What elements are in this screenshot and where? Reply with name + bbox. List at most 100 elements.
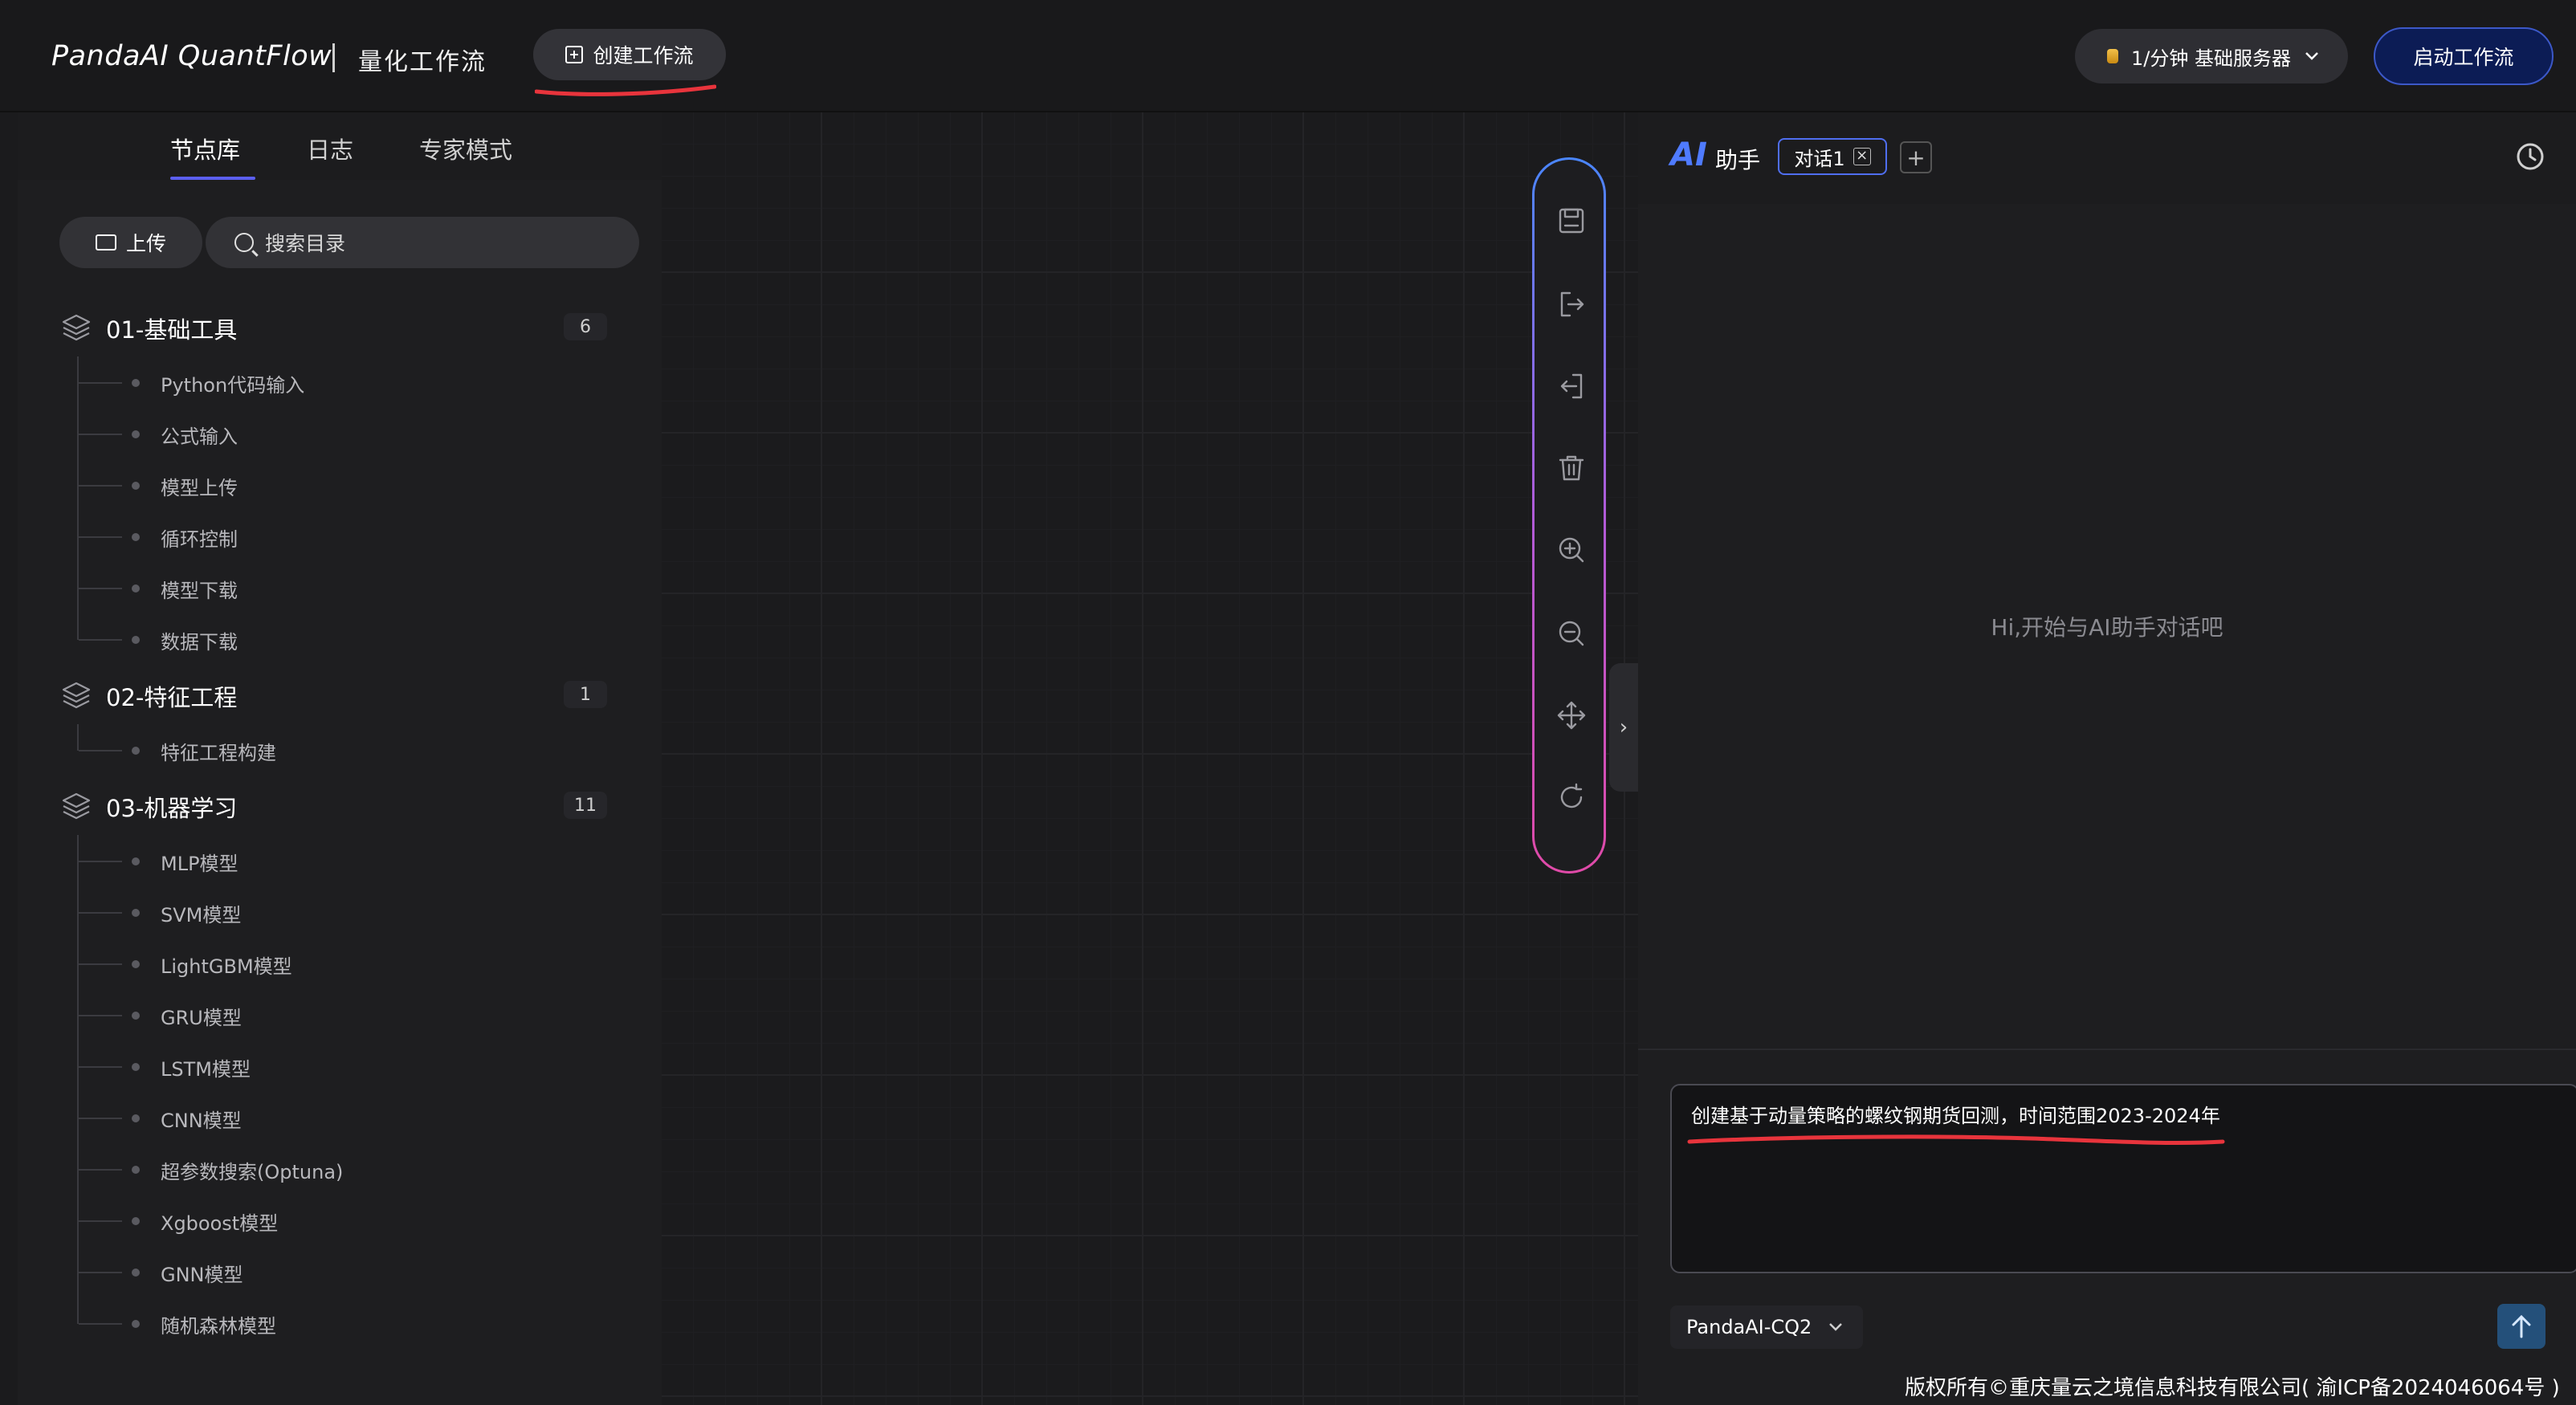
model-selector-label: PandaAI-CQ2 — [1686, 1316, 1812, 1338]
upload-button[interactable]: 上传 — [59, 217, 202, 268]
delete-button[interactable] — [1555, 452, 1588, 484]
history-icon[interactable] — [2515, 141, 2545, 172]
node-item[interactable]: 公式输入 — [18, 408, 644, 459]
conversation-tab[interactable]: 对话1 × — [1778, 138, 1887, 175]
chevron-down-icon — [1829, 1323, 1843, 1331]
node-group-count-badge: 6 — [564, 313, 607, 340]
create-workflow-label: 创建工作流 — [593, 44, 694, 67]
tree-connector — [79, 382, 122, 384]
import-button[interactable] — [1555, 370, 1588, 402]
node-item[interactable]: 模型上传 — [18, 459, 644, 511]
add-box-icon — [565, 46, 584, 63]
add-conversation-button[interactable]: + — [1900, 141, 1932, 173]
zoom-in-icon — [1559, 537, 1584, 563]
export-button[interactable] — [1555, 288, 1588, 320]
node-item-label: 数据下载 — [161, 631, 238, 654]
save-icon — [1559, 208, 1584, 234]
bullet-icon — [132, 747, 140, 755]
close-icon[interactable]: × — [1853, 148, 1871, 165]
export-icon — [1560, 291, 1584, 317]
node-item[interactable]: 超参数搜索(Optuna) — [18, 1143, 644, 1195]
create-workflow-button[interactable]: 创建工作流 — [533, 29, 726, 80]
node-library-panel: 节点库 日志 专家模式 上传 搜索目录 01-基础工具 6 Python代码输入 公式… — [18, 112, 676, 1405]
node-item[interactable]: 模型下载 — [18, 562, 644, 613]
node-item[interactable]: 循环控制 — [18, 511, 644, 562]
node-item-label: SVM模型 — [161, 904, 242, 926]
zoom-out-icon — [1559, 621, 1584, 646]
brand-logo: PandaAI QuantFlow — [51, 40, 332, 72]
brand-subtitle: 量化工作流 — [358, 48, 487, 76]
node-item[interactable]: MLP模型 — [18, 835, 644, 886]
refresh-button[interactable] — [1555, 781, 1588, 813]
node-item[interactable]: 特征工程构建 — [18, 724, 644, 776]
node-item[interactable]: 随机森林模型 — [18, 1297, 644, 1349]
tree-connector — [79, 434, 122, 435]
layers-icon — [62, 682, 91, 709]
collapse-ai-panel-button[interactable]: › — [1609, 663, 1638, 792]
node-group-items: 特征工程构建 — [18, 724, 644, 776]
node-item[interactable]: GRU模型 — [18, 989, 644, 1041]
conversation-tab-label: 对话1 — [1794, 147, 1845, 170]
delete-icon — [1559, 455, 1584, 481]
bullet-icon — [132, 1320, 140, 1328]
ai-empty-message: Hi,开始与AI助手对话吧 — [1991, 614, 2223, 641]
bullet-icon — [132, 1269, 140, 1277]
node-item[interactable]: Xgboost模型 — [18, 1195, 644, 1246]
workflow-canvas[interactable] — [662, 112, 1638, 1405]
node-item[interactable]: CNN模型 — [18, 1092, 644, 1143]
node-group: 02-特征工程 1 特征工程构建 — [18, 665, 644, 776]
node-item[interactable]: 数据下载 — [18, 613, 644, 665]
bullet-icon — [132, 1166, 140, 1174]
bullet-icon — [132, 1114, 140, 1122]
node-item[interactable]: SVM模型 — [18, 886, 644, 938]
bullet-icon — [132, 1063, 140, 1071]
brand-divider — [332, 43, 335, 72]
copyright-footer: 版权所有©重庆量云之境信息科技有限公司( 渝ICP备2024046064号 ) — [1905, 1376, 2560, 1400]
search-input[interactable]: 搜索目录 — [206, 217, 639, 268]
node-group-items: Python代码输入 公式输入模型上传循环控制模型下载数据下载 — [18, 356, 644, 665]
node-item-label: MLP模型 — [161, 853, 238, 875]
zoom-in-button[interactable] — [1555, 534, 1588, 566]
coin-icon — [2107, 49, 2118, 63]
node-item[interactable]: LightGBM模型 — [18, 938, 644, 989]
search-icon — [234, 233, 254, 252]
node-item[interactable]: Python代码输入 — [18, 356, 644, 408]
node-group: 03-机器学习 11 MLP模型 SVM模型 LightGBM模型 GRU模型 LSTM模型… — [18, 776, 644, 1349]
node-item-label: 模型下载 — [161, 580, 238, 602]
move-icon — [1557, 701, 1586, 730]
node-item[interactable]: LSTM模型 — [18, 1041, 644, 1092]
node-item-label: 随机森林模型 — [161, 1315, 276, 1338]
node-group-title: 02-特征工程 — [106, 684, 238, 711]
layers-icon — [62, 314, 91, 341]
start-workflow-button[interactable]: 启动工作流 — [2374, 27, 2554, 85]
node-item[interactable]: GNN模型 — [18, 1246, 644, 1297]
tab-node-library[interactable]: 节点库 — [170, 132, 240, 165]
send-button[interactable] — [2497, 1304, 2545, 1349]
node-group-header[interactable]: 01-基础工具 6 — [18, 297, 644, 356]
node-group-header[interactable]: 03-机器学习 11 — [18, 776, 644, 835]
tree-connector — [79, 1015, 122, 1016]
save-button[interactable] — [1555, 205, 1588, 237]
node-item-label: LightGBM模型 — [161, 955, 292, 978]
zoom-out-button[interactable] — [1555, 617, 1588, 650]
tab-log[interactable]: 日志 — [307, 132, 353, 165]
node-item-label: 模型上传 — [161, 477, 238, 499]
node-item-label: GNN模型 — [161, 1264, 243, 1286]
node-group-count-badge: 11 — [564, 792, 607, 819]
canvas-toolbar — [1532, 157, 1606, 874]
node-item-label: CNN模型 — [161, 1110, 242, 1132]
server-selector-label: 1/分钟 基础服务器 — [2131, 47, 2291, 70]
node-item-label: LSTM模型 — [161, 1058, 251, 1081]
model-selector[interactable]: PandaAI-CQ2 — [1670, 1305, 1863, 1349]
tree-connector — [79, 1220, 122, 1222]
server-selector[interactable]: 1/分钟 基础服务器 — [2075, 29, 2348, 83]
tree-connector — [79, 963, 122, 965]
upload-label: 上传 — [125, 232, 166, 255]
node-group-header[interactable]: 02-特征工程 1 — [18, 665, 644, 724]
tree-connector — [79, 588, 122, 589]
bullet-icon — [132, 1012, 140, 1020]
move-button[interactable] — [1555, 699, 1588, 731]
chat-input[interactable]: 创建基于动量策略的螺纹钢期货回测，时间范围2023-2024年 — [1670, 1084, 2576, 1273]
tab-expert-mode[interactable]: 专家模式 — [419, 132, 512, 165]
divider — [1638, 1049, 2576, 1050]
